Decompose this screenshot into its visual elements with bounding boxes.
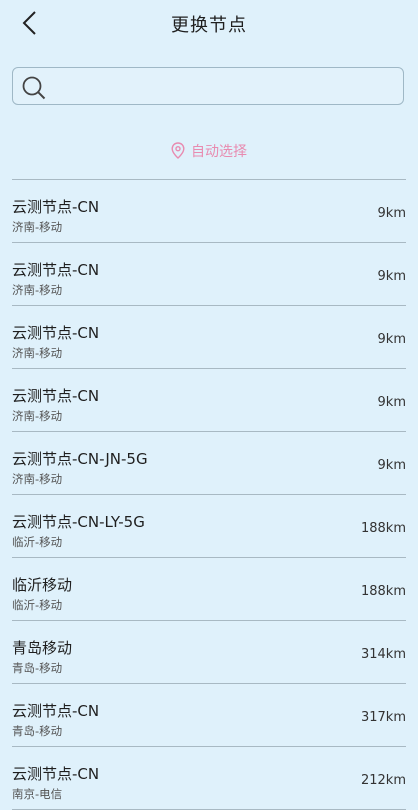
node-distance: 9km — [377, 458, 406, 473]
node-distance: 9km — [377, 332, 406, 347]
node-distance: 212km — [360, 773, 406, 788]
node-item[interactable]: 云测节点-CN 青岛-移动 317km — [12, 684, 406, 747]
node-name: 临沂移动 — [12, 576, 73, 594]
search-icon — [22, 76, 46, 100]
node-location: 济南-移动 — [12, 283, 63, 297]
node-location: 临沂-移动 — [12, 535, 63, 549]
node-name: 云测节点-CN — [12, 198, 100, 216]
node-name: 云测节点-CN — [12, 765, 100, 783]
node-item[interactable]: 云测节点-CN-LY-5G 临沂-移动 188km — [12, 495, 406, 558]
node-name: 云测节点-CN — [12, 261, 100, 279]
node-list: 云测节点-CN 济南-移动 9km 云测节点-CN 济南-移动 9km 云测节点… — [12, 179, 406, 810]
node-distance: 188km — [360, 521, 406, 536]
node-item[interactable]: 青岛移动 青岛-移动 314km — [12, 621, 406, 684]
node-location: 济南-移动 — [12, 220, 63, 234]
location-pin-icon — [171, 142, 185, 159]
node-name: 云测节点-CN — [12, 702, 100, 720]
node-location: 青岛-移动 — [12, 724, 63, 738]
node-name: 云测节点-CN-LY-5G — [12, 513, 145, 531]
page-title: 更换节点 — [171, 15, 247, 36]
node-location: 青岛-移动 — [12, 661, 63, 675]
node-name: 云测节点-CN — [12, 324, 100, 342]
node-distance: 317km — [360, 710, 406, 725]
auto-select-button[interactable]: 自动选择 — [0, 141, 418, 161]
node-item[interactable]: 云测节点-CN 济南-移动 9km — [12, 180, 406, 243]
node-item[interactable]: 云测节点-CN 济南-移动 9km — [12, 306, 406, 369]
node-item[interactable]: 云测节点-CN 南京-电信 212km — [12, 747, 406, 810]
node-location: 临沂-移动 — [12, 598, 63, 612]
node-name: 云测节点-CN — [12, 387, 100, 405]
node-distance: 188km — [360, 584, 406, 599]
search-box[interactable] — [12, 67, 404, 105]
node-name: 云测节点-CN-JN-5G — [12, 450, 148, 468]
node-distance: 9km — [377, 269, 406, 284]
node-distance: 9km — [377, 206, 406, 221]
node-distance: 9km — [377, 395, 406, 410]
node-item[interactable]: 临沂移动 临沂-移动 188km — [12, 558, 406, 621]
node-distance: 314km — [360, 647, 406, 662]
node-location: 济南-移动 — [12, 472, 63, 486]
header: 更换节点 — [0, 0, 418, 46]
node-location: 济南-移动 — [12, 409, 63, 423]
node-item[interactable]: 云测节点-CN 济南-移动 9km — [12, 369, 406, 432]
auto-select-label: 自动选择 — [191, 144, 247, 160]
node-location: 济南-移动 — [12, 346, 63, 360]
node-name: 青岛移动 — [12, 639, 73, 657]
search-input[interactable] — [53, 70, 397, 104]
node-item[interactable]: 云测节点-CN-JN-5G 济南-移动 9km — [12, 432, 406, 495]
node-item[interactable]: 云测节点-CN 济南-移动 9km — [12, 243, 406, 306]
